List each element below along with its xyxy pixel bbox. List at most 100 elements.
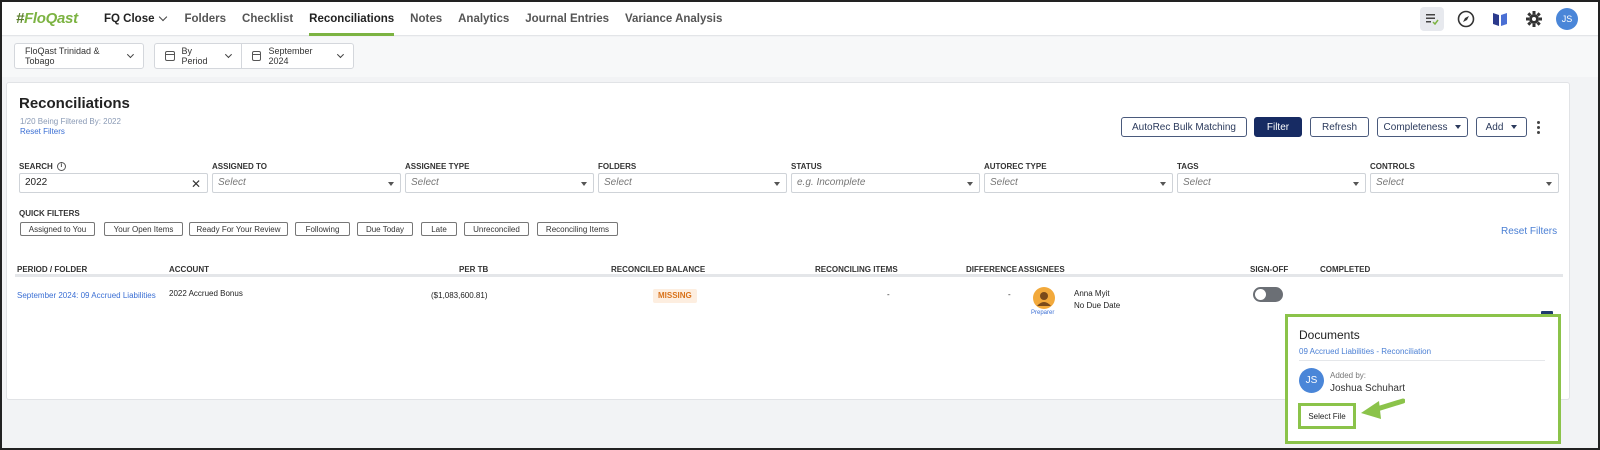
- caret-down-icon: [581, 182, 587, 186]
- assigned-to-placeholder: Select: [218, 177, 246, 188]
- more-options-icon[interactable]: [1537, 121, 1540, 136]
- status-label: STATUS: [791, 162, 822, 171]
- added-by-label: Added by:: [1330, 371, 1367, 380]
- search-input[interactable]: 2022 ✕: [19, 173, 208, 193]
- nav-variance-analysis[interactable]: Variance Analysis: [625, 2, 722, 36]
- task-list-icon[interactable]: [1420, 7, 1444, 31]
- assignee-due-date[interactable]: No Due Date: [1074, 301, 1120, 310]
- period-mode-value: By Period: [181, 46, 208, 66]
- col-sign-off[interactable]: SIGN-OFF: [1250, 265, 1288, 274]
- nav-notes[interactable]: Notes: [410, 2, 442, 36]
- added-by-name: Joshua Schuhart: [1330, 383, 1406, 394]
- completeness-dropdown[interactable]: Completeness: [1377, 117, 1468, 137]
- assignee-role: Preparer: [1031, 310, 1055, 316]
- caret-down-icon: [1160, 182, 1166, 186]
- caret-down-icon: [388, 182, 394, 186]
- floqast-logo[interactable]: #FloQast: [16, 10, 96, 27]
- compass-icon[interactable]: [1454, 7, 1478, 31]
- callout-arrow-icon: [1361, 398, 1405, 419]
- col-per-tb[interactable]: PER TB: [459, 265, 488, 274]
- row-reconciling-items: -: [887, 290, 890, 299]
- col-reconciled-balance[interactable]: RECONCILED BALANCE: [611, 265, 705, 274]
- folders-select[interactable]: Select: [598, 173, 787, 193]
- nav-right-tools: JS: [1420, 7, 1578, 31]
- quick-filters-label: QUICK FILTERS: [19, 209, 80, 218]
- col-reconciling-items[interactable]: RECONCILING ITEMS: [815, 265, 898, 274]
- completeness-label: Completeness: [1383, 121, 1448, 133]
- period-select[interactable]: September 2024: [241, 43, 354, 69]
- add-label: Add: [1485, 121, 1504, 133]
- fq-close-menu[interactable]: FQ Close: [104, 2, 168, 36]
- caret-down-icon: [1511, 125, 1518, 129]
- assignee-type-select[interactable]: Select: [405, 173, 594, 193]
- book-icon[interactable]: [1488, 7, 1512, 31]
- row-difference: -: [1008, 290, 1011, 299]
- tags-select[interactable]: Select: [1177, 173, 1366, 193]
- nav-folders[interactable]: Folders: [184, 2, 226, 36]
- assignee-type-label: ASSIGNEE TYPE: [405, 162, 470, 171]
- nav-journal-entries[interactable]: Journal Entries: [525, 2, 609, 36]
- period-value: September 2024: [268, 46, 313, 66]
- col-period-folder[interactable]: PERIOD / FOLDER: [17, 265, 87, 274]
- entity-select[interactable]: FloQast Trinidad & Tobago: [14, 43, 144, 69]
- quick-filter-due-today[interactable]: Due Today: [357, 222, 413, 236]
- col-difference[interactable]: DIFFERENCE: [966, 265, 1017, 274]
- avatar: JS: [1299, 368, 1324, 393]
- quick-filter-reconciling-items[interactable]: Reconciling Items: [537, 222, 618, 236]
- status-select[interactable]: e.g. Incomplete: [791, 173, 980, 193]
- chevron-down-icon: [337, 50, 345, 58]
- quick-filter-late[interactable]: Late: [421, 222, 457, 236]
- status-badge: MISSING: [653, 289, 697, 303]
- nav-analytics[interactable]: Analytics: [458, 2, 509, 36]
- calendar-icon: [165, 51, 175, 61]
- reset-filters-right-link[interactable]: Reset Filters: [1501, 226, 1557, 237]
- quick-filter-following[interactable]: Following: [295, 222, 350, 236]
- folders-label: FOLDERS: [598, 162, 637, 171]
- select-file-button[interactable]: Select File: [1298, 403, 1356, 429]
- chevron-down-icon: [225, 50, 233, 58]
- row-per-tb: ($1,083,600.81): [431, 291, 488, 300]
- autorec-type-placeholder: Select: [990, 177, 1018, 188]
- autorec-type-select[interactable]: Select: [984, 173, 1173, 193]
- folders-placeholder: Select: [604, 177, 632, 188]
- row-account: 2022 Accrued Bonus: [169, 289, 243, 298]
- page-title: Reconciliations: [19, 95, 130, 112]
- controls-select[interactable]: Select: [1370, 173, 1559, 193]
- refresh-button[interactable]: Refresh: [1310, 117, 1369, 137]
- caret-down-icon: [967, 182, 973, 186]
- info-icon[interactable]: i: [56, 162, 66, 172]
- gear-icon[interactable]: [1522, 7, 1546, 31]
- tags-placeholder: Select: [1183, 177, 1211, 188]
- calendar-icon: [252, 51, 262, 61]
- filter-button[interactable]: Filter: [1254, 117, 1302, 137]
- quick-filter-ready-for-review[interactable]: Ready For Your Review: [189, 222, 288, 236]
- row-period-folder-link[interactable]: September 2024: 09 Accrued Liabilities: [17, 291, 156, 300]
- col-assignees[interactable]: ASSIGNEES: [1018, 265, 1065, 274]
- entity-select-value: FloQast Trinidad & Tobago: [25, 46, 100, 66]
- search-label: SEARCH i: [19, 162, 66, 172]
- user-avatar[interactable]: JS: [1556, 8, 1578, 30]
- documents-popover: Documents 09 Accrued Liabilities - Recon…: [1285, 314, 1561, 444]
- col-completed[interactable]: COMPLETED: [1320, 265, 1370, 274]
- col-account[interactable]: ACCOUNT: [169, 265, 209, 274]
- quick-filter-your-open-items[interactable]: Your Open Items: [104, 222, 183, 236]
- assignee-avatar[interactable]: [1033, 287, 1055, 309]
- period-mode-select[interactable]: By Period: [154, 43, 242, 69]
- sign-off-toggle[interactable]: [1253, 287, 1283, 302]
- caret-down-icon: [774, 182, 780, 186]
- add-dropdown[interactable]: Add: [1476, 117, 1527, 137]
- reset-filters-link[interactable]: Reset Filters: [20, 127, 65, 136]
- quick-filter-assigned-to-you[interactable]: Assigned to You: [20, 222, 95, 236]
- nav-reconciliations[interactable]: Reconciliations: [309, 2, 395, 36]
- autorec-bulk-matching-button[interactable]: AutoRec Bulk Matching: [1121, 117, 1247, 137]
- documents-reconciliation-link[interactable]: 09 Accrued Liabilities - Reconciliation: [1299, 347, 1431, 356]
- quick-filter-unreconciled[interactable]: Unreconciled: [464, 222, 529, 236]
- assigned-to-label: ASSIGNED TO: [212, 162, 267, 171]
- nav-checklist[interactable]: Checklist: [242, 2, 293, 36]
- search-input-value: 2022: [25, 177, 48, 188]
- assignee-type-placeholder: Select: [411, 177, 439, 188]
- assigned-to-select[interactable]: Select: [212, 173, 401, 193]
- caret-down-icon: [1546, 182, 1552, 186]
- clear-search-icon[interactable]: ✕: [191, 177, 201, 191]
- status-placeholder: e.g. Incomplete: [797, 177, 866, 188]
